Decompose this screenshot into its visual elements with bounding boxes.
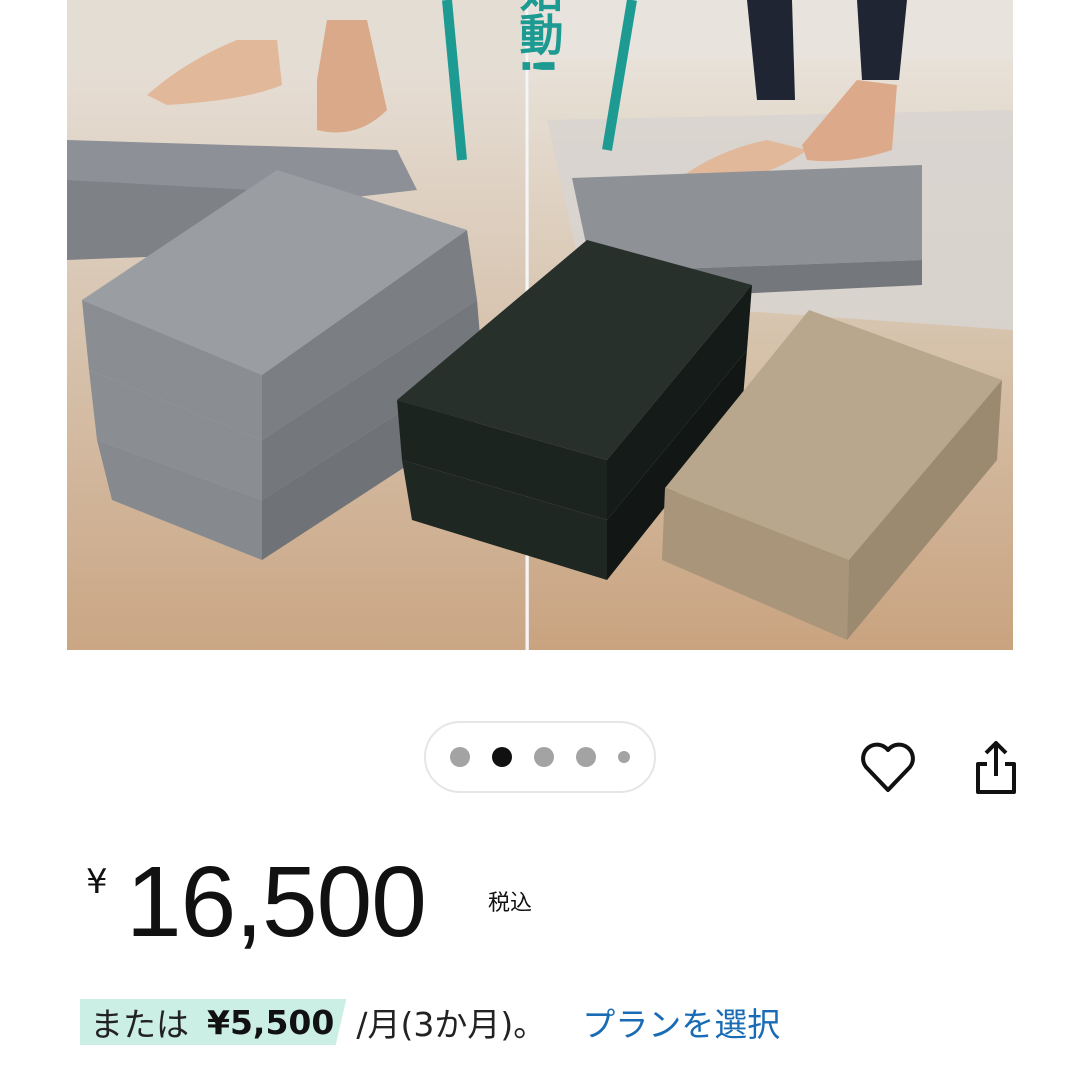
product-image[interactable]: 再始動! xyxy=(67,0,1013,650)
pager-dot[interactable] xyxy=(450,747,470,767)
tax-note: 税込 xyxy=(488,891,533,916)
price-amount: 16,500 xyxy=(126,846,427,958)
pager-dot[interactable] xyxy=(618,751,630,763)
overlay-text: 再始動! xyxy=(512,0,564,76)
select-plan-link[interactable]: プランを選択 xyxy=(582,998,780,1046)
installment-info: または ¥5,500 /月(3か月)。 プランを選択 xyxy=(80,997,780,1047)
monthly-amount: ¥5,500 xyxy=(207,1002,335,1042)
image-pager[interactable] xyxy=(424,721,656,793)
heart-icon xyxy=(861,742,915,792)
pager-dot[interactable] xyxy=(534,747,554,767)
installment-prefix: または xyxy=(90,1005,189,1044)
installment-term: /月(3か月)。 xyxy=(356,1005,547,1044)
share-icon xyxy=(976,741,1016,794)
favorite-button[interactable] xyxy=(858,738,918,798)
share-button[interactable] xyxy=(968,738,1024,798)
pager-dot-active[interactable] xyxy=(492,747,512,767)
installment-highlight: または ¥5,500 xyxy=(80,999,347,1045)
currency-symbol: ¥ xyxy=(86,862,108,902)
pager-dot[interactable] xyxy=(576,747,596,767)
